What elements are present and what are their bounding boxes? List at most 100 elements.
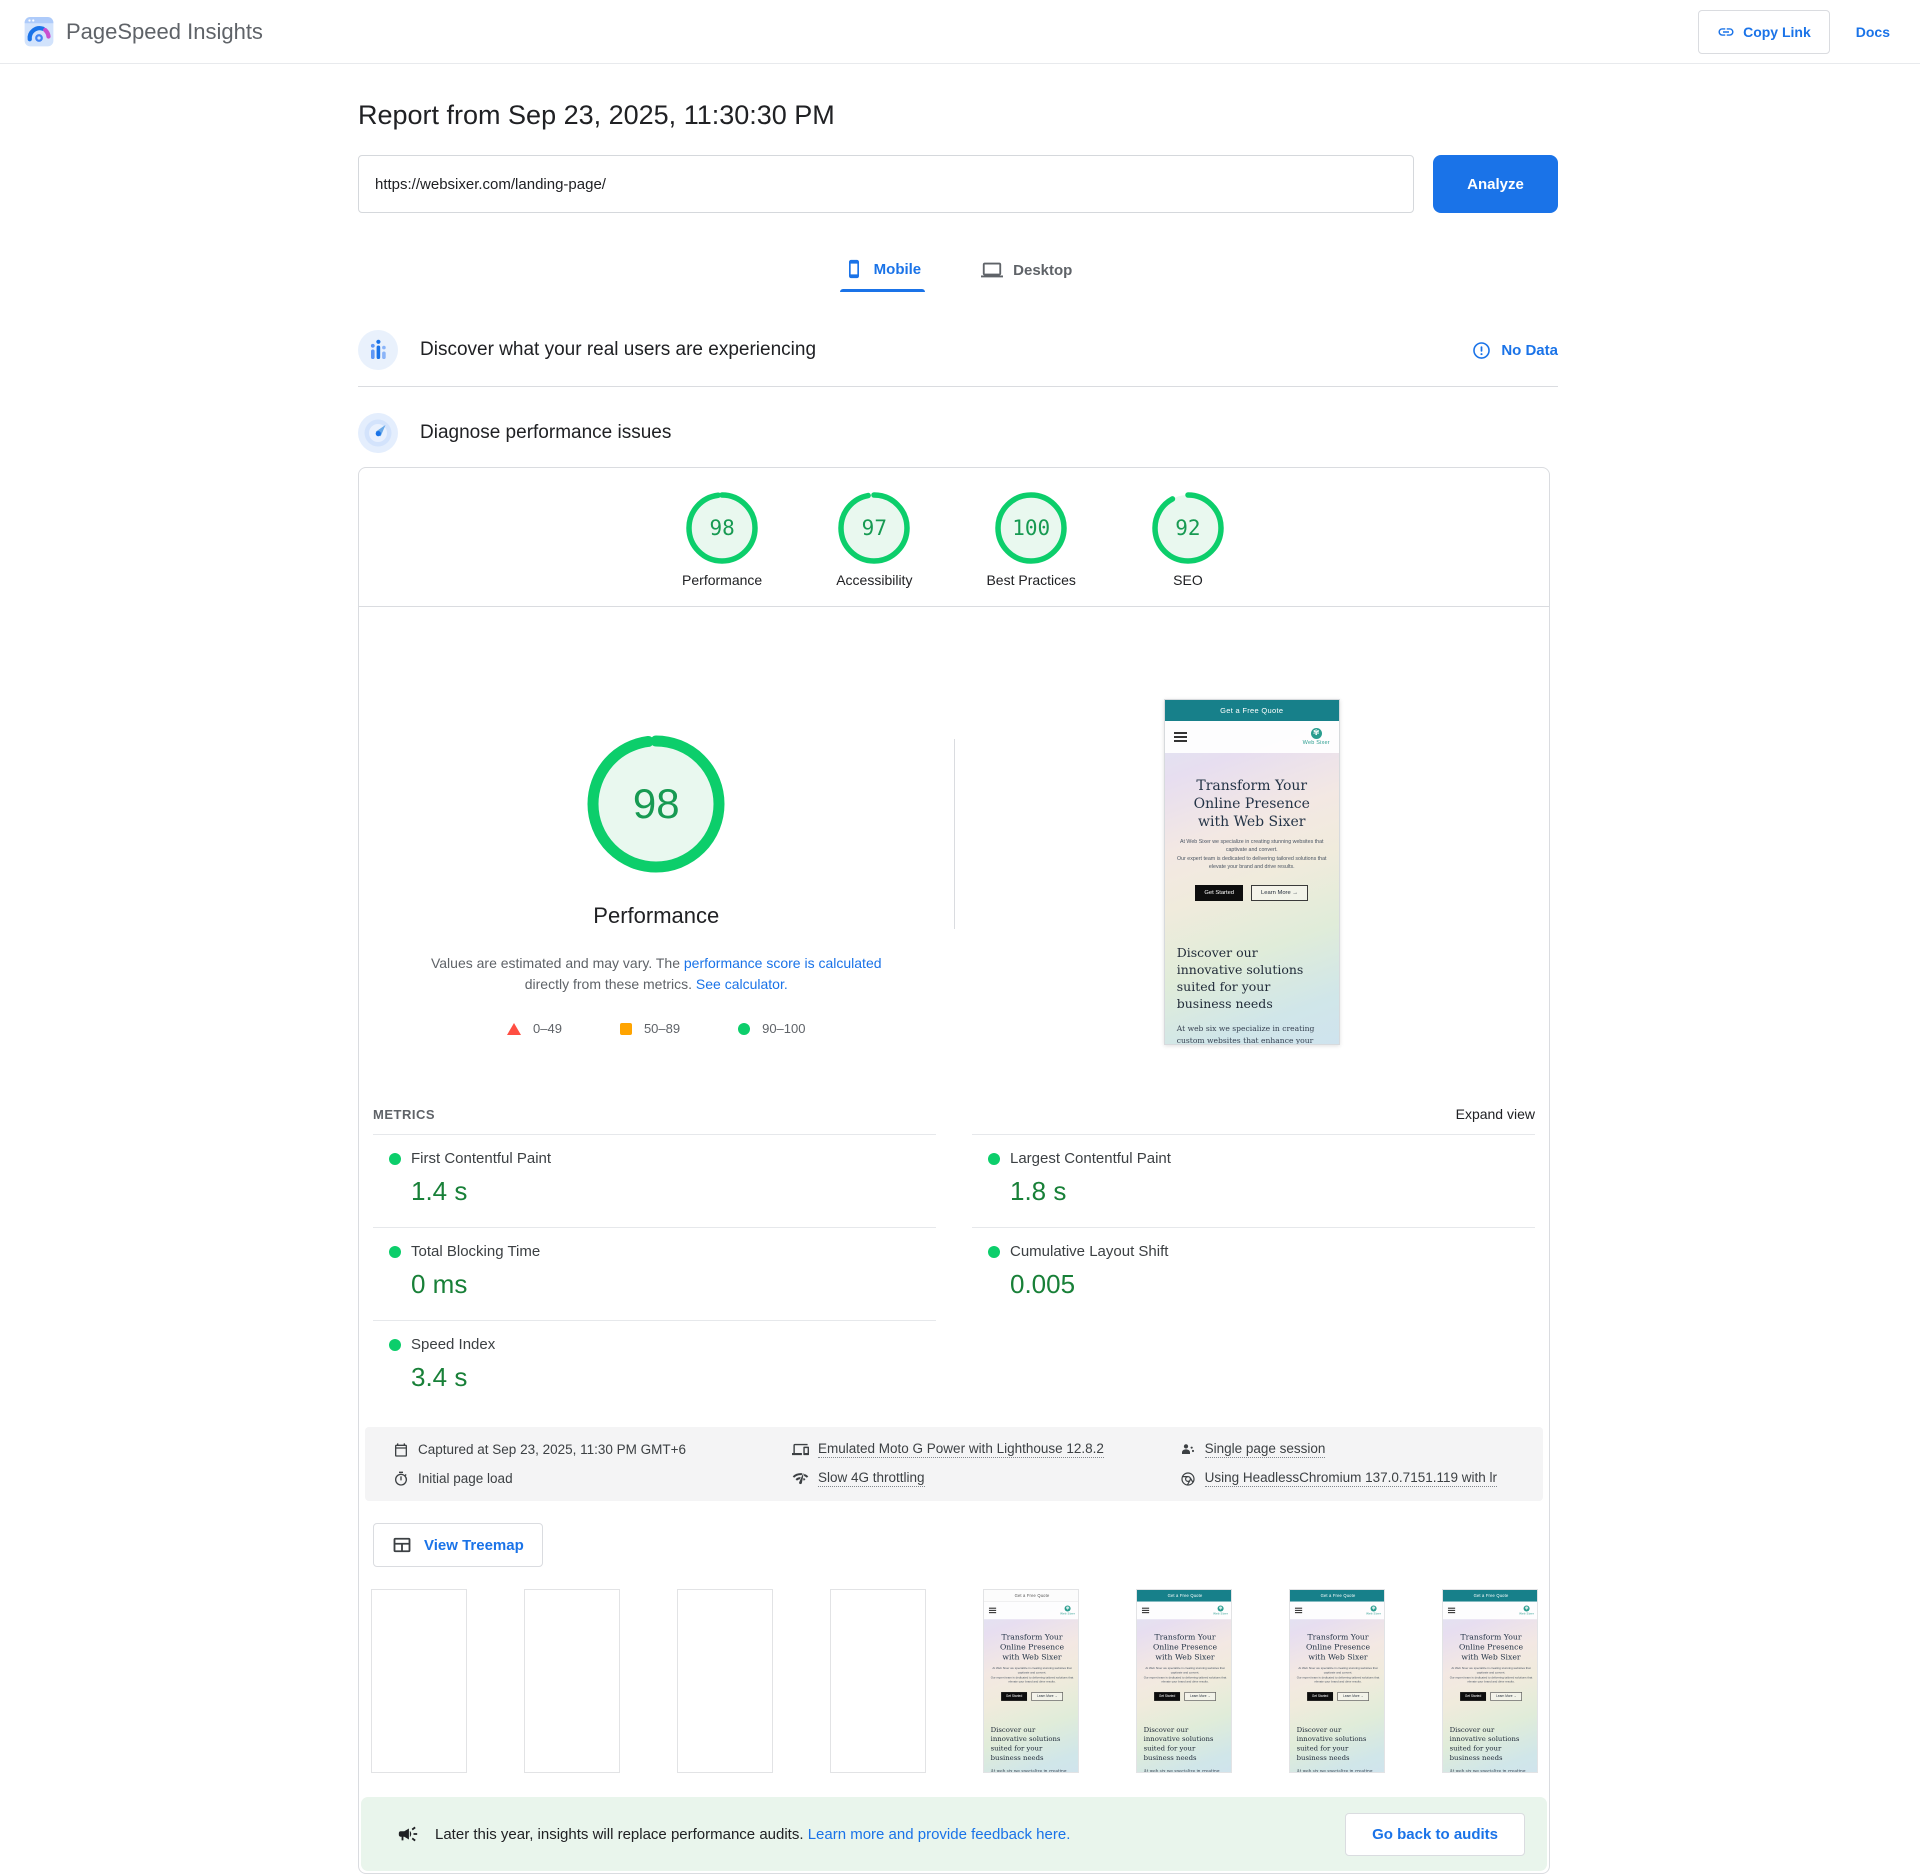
- hamburger-icon: [1448, 1608, 1455, 1614]
- tab-desktop[interactable]: Desktop: [977, 253, 1076, 294]
- megaphone-icon: [397, 1823, 419, 1845]
- preview-banner: Get a Free Quote: [984, 1590, 1079, 1602]
- pass-range-icon: [738, 1023, 750, 1035]
- metric-first-contentful-paint: First Contentful Paint 1.4 s: [373, 1134, 936, 1227]
- metric-speed-index: Speed Index 3.4 s: [373, 1320, 936, 1413]
- filmstrip-frame: [371, 1589, 467, 1773]
- throttling-text[interactable]: Slow 4G throttling: [818, 1470, 925, 1487]
- filmstrip: Get a Free Quote ✾ Web Sixer Transform Y…: [359, 1567, 1549, 1795]
- pass-dot-icon: [988, 1246, 1000, 1258]
- preview-learn-more-button: Learn More →: [1338, 1692, 1369, 1701]
- category-scores: 98 Performance 97 Accessibility: [359, 468, 1549, 607]
- category-label: SEO: [1173, 572, 1203, 588]
- preview-banner: Get a Free Quote: [1443, 1590, 1538, 1602]
- preview-get-started-button: Get Started: [1460, 1692, 1486, 1701]
- desktop-icon: [981, 259, 1003, 281]
- metric-name: Total Blocking Time: [411, 1243, 540, 1260]
- web-sixer-logo-icon: ✾: [1311, 728, 1322, 739]
- metrics-grid: First Contentful Paint 1.4 s Largest Con…: [359, 1134, 1549, 1413]
- score-legend: 0–49 50–89 90–100: [507, 1021, 805, 1036]
- category-accessibility[interactable]: 97 Accessibility: [836, 490, 912, 588]
- preview-get-started-button: Get Started: [1154, 1692, 1180, 1701]
- no-data-label[interactable]: No Data: [1501, 342, 1558, 359]
- app-title: PageSpeed Insights: [66, 19, 263, 45]
- metric-name: Largest Contentful Paint: [1010, 1150, 1171, 1167]
- calendar-icon: [393, 1442, 409, 1458]
- pass-dot-icon: [389, 1246, 401, 1258]
- see-calculator-link[interactable]: See calculator.: [696, 976, 788, 992]
- category-best-practices[interactable]: 100 Best Practices: [986, 490, 1075, 588]
- no-data-status[interactable]: No Data: [1472, 341, 1558, 360]
- preview-section-text: At web six we specialize in creating cus…: [1144, 1768, 1227, 1773]
- filmstrip-frame: [830, 1589, 926, 1773]
- category-performance[interactable]: 98 Performance: [682, 490, 762, 588]
- metric-value: 3.4 s: [411, 1362, 936, 1393]
- throttling: Slow 4G throttling: [792, 1470, 1180, 1487]
- preview-section-text: At web six we specialize in creating cus…: [991, 1768, 1074, 1773]
- docs-link[interactable]: Docs: [1856, 24, 1890, 40]
- filmstrip-frame: [677, 1589, 773, 1773]
- stopwatch-icon: [393, 1471, 409, 1487]
- preview-hero-text: Our expert team is dedicated to deliveri…: [1177, 856, 1327, 872]
- preview-banner: Get a Free Quote: [1137, 1590, 1232, 1602]
- preview-section-text: At web six we specialize in creating cus…: [1177, 1023, 1327, 1044]
- treemap-icon: [392, 1535, 412, 1555]
- page-load-type: Initial page load: [393, 1470, 792, 1487]
- feedback-link[interactable]: Learn more and provide feedback here.: [808, 1826, 1071, 1843]
- brand-name: Web Sixer: [1303, 741, 1330, 747]
- score-value: 100: [993, 490, 1069, 566]
- tab-desktop-label: Desktop: [1013, 262, 1072, 279]
- tab-mobile[interactable]: Mobile: [840, 253, 926, 294]
- view-treemap-button[interactable]: View Treemap: [373, 1523, 543, 1567]
- preview-section-title: Discover our innovative solutions suited…: [1297, 1725, 1380, 1762]
- session-type-text[interactable]: Single page session: [1205, 1441, 1326, 1458]
- category-seo[interactable]: 92 SEO: [1150, 490, 1226, 588]
- diagnose-icon: [358, 413, 398, 453]
- disclaimer-text: Values are estimated and may vary. The: [431, 955, 684, 971]
- capture-environment-bar: Captured at Sep 23, 2025, 11:30 PM GMT+6…: [365, 1427, 1543, 1501]
- emulated-device-text[interactable]: Emulated Moto G Power with Lighthouse 12…: [818, 1441, 1104, 1458]
- pagespeed-logo-icon: [24, 17, 54, 47]
- copy-link-button[interactable]: Copy Link: [1698, 10, 1830, 54]
- analyze-button[interactable]: Analyze: [1433, 155, 1558, 213]
- info-icon[interactable]: [1472, 341, 1491, 360]
- browser-version-text[interactable]: Using HeadlessChromium 137.0.7151.119 wi…: [1205, 1470, 1497, 1487]
- preview-hero-text: Our expert team is dedicated to deliveri…: [991, 1676, 1074, 1685]
- preview-screen: Get a Free Quote ✾ Web Sixer Transform Y…: [1165, 700, 1339, 1044]
- performance-gauge-label: Performance: [593, 903, 719, 929]
- performance-score: 98: [585, 733, 727, 875]
- browser-version: Using HeadlessChromium 137.0.7151.119 wi…: [1180, 1470, 1533, 1487]
- preview-learn-more-button: Learn More →: [1491, 1692, 1522, 1701]
- expand-view-button[interactable]: Expand view: [1456, 1106, 1535, 1122]
- brand-name: Web Sixer: [1213, 1612, 1228, 1615]
- legend-range: 0–49: [533, 1021, 562, 1036]
- network-icon: [792, 1470, 809, 1487]
- page-load-text: Initial page load: [418, 1471, 513, 1486]
- hamburger-icon: [1142, 1608, 1149, 1614]
- average-range-icon: [620, 1023, 632, 1035]
- preview-section-title: Discover our innovative solutions suited…: [1450, 1725, 1533, 1762]
- metric-name: First Contentful Paint: [411, 1150, 551, 1167]
- preview-hero-title: Transform Your Online Presence with Web …: [1144, 1632, 1227, 1662]
- notice-text: Later this year, insights will replace p…: [435, 1826, 1070, 1843]
- calc-explainer-link[interactable]: performance score is calculated: [684, 955, 882, 971]
- legend-range: 90–100: [762, 1021, 805, 1036]
- preview-get-started-button: Get Started: [1307, 1692, 1333, 1701]
- metric-largest-contentful-paint: Largest Contentful Paint 1.8 s: [972, 1134, 1535, 1227]
- preview-screen: Get a Free Quote ✾ Web Sixer Transform Y…: [1137, 1590, 1232, 1773]
- final-screenshot: Get a Free Quote ✾ Web Sixer Transform Y…: [1164, 699, 1340, 1045]
- device-tabs: Mobile Desktop: [358, 253, 1558, 294]
- field-data-row: Discover what your real users are experi…: [358, 330, 1558, 370]
- web-sixer-logo-icon: ✾: [1371, 1605, 1377, 1611]
- report-main: Report from Sep 23, 2025, 11:30:30 PM An…: [358, 100, 1558, 1874]
- top-bar: PageSpeed Insights Copy Link Docs: [0, 0, 1920, 64]
- web-sixer-logo-icon: ✾: [1524, 1605, 1530, 1611]
- metric-cumulative-layout-shift: Cumulative Layout Shift 0.005: [972, 1227, 1535, 1320]
- divider: [358, 386, 1558, 387]
- go-back-to-audits-button[interactable]: Go back to audits: [1345, 1813, 1525, 1856]
- field-data-title: Discover what your real users are experi…: [420, 339, 816, 361]
- preview-nav: ✾ Web Sixer: [1137, 1602, 1232, 1620]
- pass-dot-icon: [389, 1339, 401, 1351]
- url-input[interactable]: [358, 155, 1414, 213]
- category-label: Accessibility: [836, 572, 912, 588]
